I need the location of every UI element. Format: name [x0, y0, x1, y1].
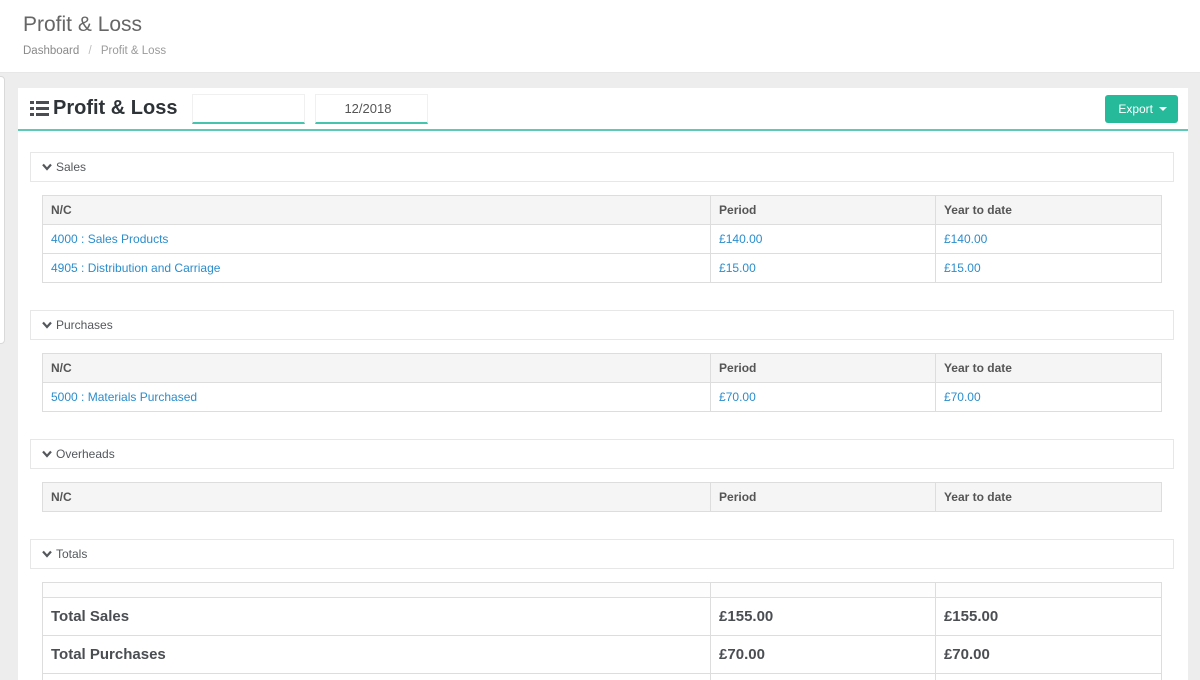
section-sales: Sales N/C Period Year to date 4000 : S [30, 152, 1174, 283]
total-period-value: £70.00 [711, 636, 936, 674]
report-panel: Profit & Loss Export Sales N/C [18, 88, 1188, 680]
section-header-purchases[interactable]: Purchases [30, 310, 1174, 340]
panel-header: Profit & Loss Export [18, 88, 1188, 131]
total-ytd-value: £0.00 [935, 674, 1161, 680]
chevron-down-icon [42, 550, 52, 558]
total-label: Total Purchases [43, 636, 711, 674]
chevron-down-icon [42, 163, 52, 171]
period-value-link[interactable]: £140.00 [719, 232, 762, 246]
total-period-value: £0.00 [711, 674, 936, 680]
col-header-nc: N/C [43, 483, 711, 512]
left-edge-strip [0, 76, 5, 344]
section-title: Purchases [56, 318, 113, 332]
total-label [43, 674, 711, 680]
section-totals: Totals Total Sales £1 [30, 539, 1174, 680]
chevron-down-icon [42, 321, 52, 329]
col-header-period: Period [711, 196, 936, 225]
section-purchases: Purchases N/C Period Year to date 5000 [30, 310, 1174, 412]
col-header-ytd: Year to date [935, 196, 1161, 225]
section-title: Totals [56, 547, 87, 561]
page-title: Profit & Loss [23, 13, 1176, 37]
export-button-label: Export [1118, 102, 1153, 116]
section-header-sales[interactable]: Sales [30, 152, 1174, 182]
section-header-totals[interactable]: Totals [30, 539, 1174, 569]
table-row: £0.00 £0.00 [43, 674, 1162, 680]
totals-empty-header [43, 583, 711, 598]
purchases-table: N/C Period Year to date 5000 : Materials… [42, 353, 1162, 412]
period-to-input[interactable] [315, 94, 428, 124]
totals-empty-header [711, 583, 936, 598]
total-ytd-value: £155.00 [935, 598, 1161, 636]
table-row: 4905 : Distribution and Carriage £15.00 … [43, 254, 1162, 283]
total-label: Total Sales [43, 598, 711, 636]
col-header-nc: N/C [43, 354, 711, 383]
period-value-link[interactable]: £15.00 [719, 261, 756, 275]
page-header: Profit & Loss Dashboard / Profit & Loss [0, 0, 1200, 73]
table-row: Total Sales £155.00 £155.00 [43, 598, 1162, 636]
chevron-down-icon [42, 450, 52, 458]
panel-title: Profit & Loss [53, 97, 177, 120]
totals-table: Total Sales £155.00 £155.00 Total Purcha… [42, 582, 1162, 680]
col-header-period: Period [711, 483, 936, 512]
col-header-nc: N/C [43, 196, 711, 225]
breadcrumb-dashboard[interactable]: Dashboard [23, 45, 79, 57]
breadcrumb-separator: / [88, 45, 91, 57]
sales-table: N/C Period Year to date 4000 : Sales Pro… [42, 195, 1162, 283]
section-title: Overheads [56, 447, 115, 461]
totals-empty-header [935, 583, 1161, 598]
list-icon [30, 100, 49, 117]
section-title: Sales [56, 160, 86, 174]
table-row: 4000 : Sales Products £140.00 £140.00 [43, 225, 1162, 254]
overheads-table: N/C Period Year to date [42, 482, 1162, 512]
panel-body: Sales N/C Period Year to date 4000 : S [18, 131, 1188, 680]
section-header-overheads[interactable]: Overheads [30, 439, 1174, 469]
ytd-value-link[interactable]: £15.00 [944, 261, 981, 275]
section-overheads: Overheads N/C Period Year to date [30, 439, 1174, 512]
table-row: Total Purchases £70.00 £70.00 [43, 636, 1162, 674]
nc-link[interactable]: 4000 : Sales Products [51, 232, 168, 246]
col-header-ytd: Year to date [935, 354, 1161, 383]
period-value-link[interactable]: £70.00 [719, 390, 756, 404]
table-row: 5000 : Materials Purchased £70.00 £70.00 [43, 383, 1162, 412]
col-header-period: Period [711, 354, 936, 383]
total-period-value: £155.00 [711, 598, 936, 636]
caret-down-icon [1159, 107, 1167, 111]
col-header-ytd: Year to date [935, 483, 1161, 512]
ytd-value-link[interactable]: £70.00 [944, 390, 981, 404]
nc-link[interactable]: 5000 : Materials Purchased [51, 390, 197, 404]
period-from-input[interactable] [192, 94, 305, 124]
ytd-value-link[interactable]: £140.00 [944, 232, 987, 246]
total-ytd-value: £70.00 [935, 636, 1161, 674]
export-button[interactable]: Export [1105, 95, 1178, 123]
breadcrumb: Dashboard / Profit & Loss [23, 45, 1176, 57]
breadcrumb-current: Profit & Loss [101, 45, 166, 57]
nc-link[interactable]: 4905 : Distribution and Carriage [51, 261, 220, 275]
